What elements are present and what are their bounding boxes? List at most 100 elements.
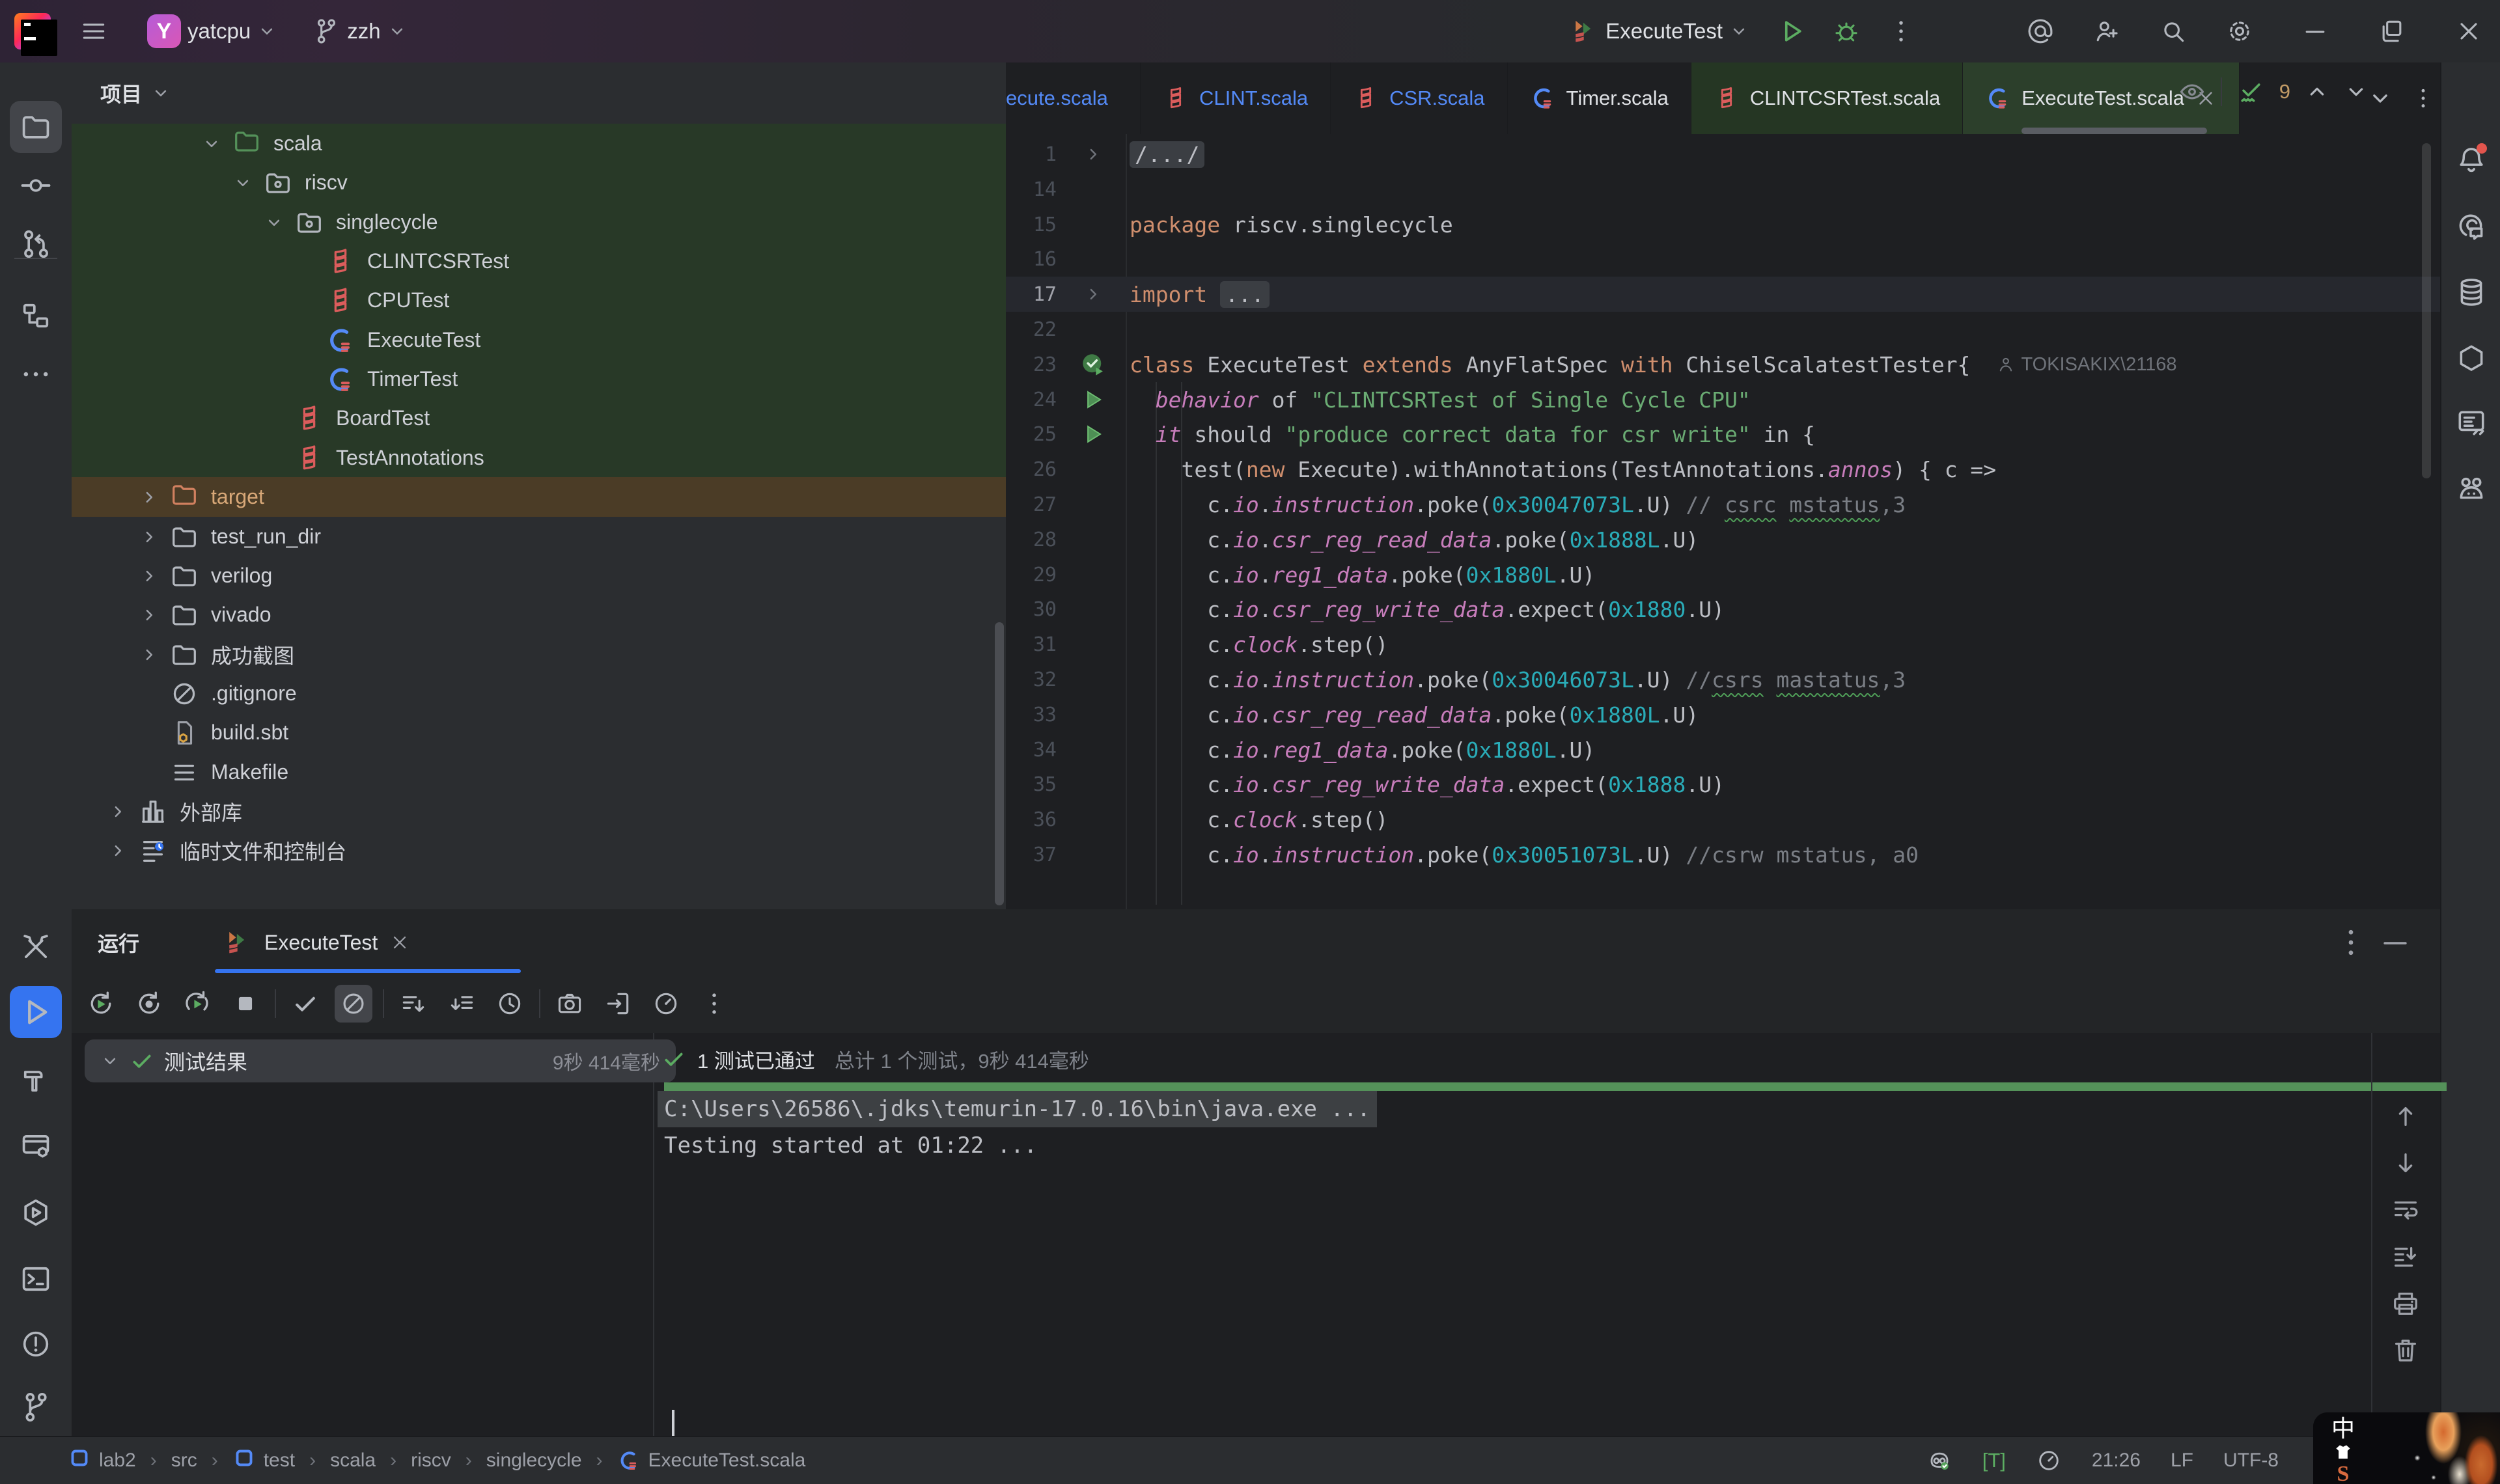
chevron-right-icon[interactable] — [129, 484, 169, 510]
run-toolbar-import-tests[interactable] — [599, 985, 637, 1023]
run-toolbar-toggle-auto-test[interactable] — [178, 985, 216, 1023]
run-content-tab[interactable]: ExecuteTest — [210, 913, 424, 972]
project-scrollbar[interactable] — [995, 622, 1004, 905]
next-problem-icon[interactable] — [2344, 79, 2368, 104]
tree-item-riscv[interactable]: riscv — [72, 163, 1006, 202]
tree-item-target[interactable]: target — [72, 477, 1006, 517]
stripe-item-problems[interactable] — [10, 1318, 62, 1370]
run-toolbar-screenshot[interactable] — [551, 985, 589, 1023]
tab-options-icon[interactable] — [2410, 85, 2436, 111]
tree-item-TestAnnotations[interactable]: TestAnnotations — [72, 438, 1006, 478]
breadcrumb-item-lab2[interactable]: lab2 — [68, 1449, 136, 1472]
tree-item-.gitignore[interactable]: .gitignore — [72, 674, 1006, 713]
run-button[interactable] — [1777, 17, 1806, 46]
tree-item-vivado[interactable]: vivado — [72, 595, 1006, 635]
tree-item-Makefile[interactable]: Makefile — [72, 752, 1006, 792]
inspections-widget[interactable]: 9 — [2178, 69, 2368, 115]
chevron-right-icon[interactable] — [129, 642, 169, 668]
tab-CLINTCSRTest.scala[interactable]: CLINTCSRTest.scala — [1691, 62, 1963, 134]
debug-button[interactable] — [1832, 17, 1861, 46]
stripe-item-database[interactable] — [2452, 273, 2491, 312]
chevron-right-icon[interactable] — [98, 799, 138, 825]
tab-Timer.scala[interactable]: Timer.scala — [1508, 62, 1691, 134]
stripe-item-build[interactable] — [10, 1054, 62, 1106]
console-clear-all[interactable] — [2391, 1336, 2421, 1366]
breadcrumb-item-scala[interactable]: scala — [330, 1450, 376, 1472]
tree-item-外部库[interactable]: 外部库 — [72, 791, 1006, 831]
add-user-icon[interactable] — [2092, 17, 2121, 46]
run-toolbar-rerun-failed-tests[interactable] — [130, 985, 168, 1023]
run-toolbar-show-statistics[interactable] — [647, 985, 685, 1023]
close-icon[interactable] — [389, 932, 410, 953]
fold-chevron-icon[interactable] — [1073, 281, 1113, 307]
stripe-item-commit[interactable] — [10, 159, 62, 212]
run-options-icon[interactable] — [2333, 925, 2368, 960]
tab-scrollbar[interactable] — [2021, 128, 2207, 134]
line-separator[interactable]: LF — [2171, 1450, 2193, 1472]
editor-area[interactable]: ecute.scalaCLINT.scalaCSR.scalaTimer.sca… — [1006, 62, 2440, 909]
ime-language-indicator[interactable]: 中 — [2331, 1416, 2355, 1441]
test-passed-gutter-icon[interactable] — [1079, 351, 1107, 378]
run-toolbar-more[interactable] — [695, 985, 733, 1023]
chevron-down-icon[interactable] — [254, 210, 294, 236]
stripe-item-gradle[interactable] — [2452, 468, 2491, 507]
run-configuration-widget[interactable]: ExecuteTest — [1561, 9, 1758, 53]
test-results-row[interactable]: 测试结果 9秒 414毫秒 — [85, 1039, 676, 1082]
tree-item-CPUTest[interactable]: CPUTest — [72, 281, 1006, 320]
stripe-item-structure[interactable] — [10, 290, 62, 342]
ime-engine-logo[interactable]: S — [2337, 1463, 2350, 1484]
stripe-item-ai-assistant[interactable] — [2452, 208, 2491, 247]
breadcrumb-item-riscv[interactable]: riscv — [411, 1450, 451, 1472]
chevron-right-icon[interactable] — [129, 602, 169, 628]
tab-CLINT.scala[interactable]: CLINT.scala — [1141, 62, 1331, 134]
tree-item-TimerTest[interactable]: TimerTest — [72, 359, 1006, 399]
console-print[interactable] — [2391, 1289, 2421, 1319]
run-toolbar-rerun[interactable] — [82, 985, 120, 1023]
chevron-right-icon[interactable] — [129, 563, 169, 589]
prev-problem-icon[interactable] — [2305, 79, 2329, 104]
run-toolbar-sort-alphabetically[interactable] — [395, 985, 432, 1023]
console-prev-occurrence[interactable] — [2391, 1101, 2421, 1131]
stripe-item-documentation[interactable] — [2452, 403, 2491, 442]
tree-item-成功截图[interactable]: 成功截图 — [72, 635, 1006, 674]
run-test-gutter-icon[interactable] — [1081, 387, 1105, 412]
tree-item-build.sbt[interactable]: build.sbt — [72, 713, 1006, 752]
gear-icon[interactable] — [2225, 17, 2254, 46]
breadcrumb-item-test[interactable]: test — [232, 1449, 295, 1472]
restore-button[interactable] — [2378, 17, 2406, 46]
translate-plugin-badge[interactable]: [T] — [1982, 1449, 2006, 1472]
editor-scrollbar[interactable] — [2422, 143, 2431, 478]
tree-item-CLINTCSRTest[interactable]: CLINTCSRTest — [72, 241, 1006, 281]
project-widget[interactable]: Y yatcpu — [138, 9, 286, 53]
fold-chevron-icon[interactable] — [1073, 141, 1113, 167]
chevron-down-icon[interactable] — [223, 170, 263, 196]
ime-skin-icon[interactable] — [2332, 1442, 2354, 1462]
breadcrumb-item-src[interactable]: src — [171, 1450, 197, 1472]
tree-item-scala[interactable]: scala — [72, 124, 1006, 163]
stripe-item-version-control[interactable] — [10, 1381, 62, 1433]
project-panel-header[interactable]: 项目 — [72, 62, 1006, 124]
tab-list-chevron-icon[interactable] — [2367, 85, 2393, 111]
tree-item-BoardTest[interactable]: BoardTest — [72, 398, 1006, 438]
vcs-widget[interactable]: zzh — [303, 9, 415, 53]
console-next-occurrence[interactable] — [2391, 1148, 2421, 1178]
tree-item-ExecuteTest[interactable]: ExecuteTest — [72, 320, 1006, 360]
tree-item-singlecycle[interactable]: singlecycle — [72, 202, 1006, 242]
search-icon[interactable] — [2159, 17, 2188, 46]
tree-item-test_run_dir[interactable]: test_run_dir — [72, 517, 1006, 556]
code-viewport[interactable]: 1/.../1415package riscv.singlecycle1617i… — [1006, 134, 2440, 909]
stripe-item-more-tool-windows[interactable] — [10, 348, 62, 400]
main-menu-icon[interactable] — [79, 17, 108, 46]
chevron-right-icon[interactable] — [98, 838, 138, 864]
run-toolbar-stop[interactable] — [227, 985, 264, 1023]
caret-position[interactable]: 21:26 — [2092, 1450, 2141, 1472]
highlighting-eye-icon[interactable] — [2178, 77, 2206, 106]
run-test-gutter-icon[interactable] — [1081, 422, 1105, 447]
run-toolbar-show-passed[interactable] — [286, 985, 324, 1023]
console-scroll-to-end[interactable] — [2391, 1242, 2421, 1272]
chevron-down-icon[interactable] — [191, 131, 232, 157]
tab-CSR.scala[interactable]: CSR.scala — [1331, 62, 1507, 134]
ai-assistant-icon[interactable] — [2026, 17, 2055, 46]
memory-gauge-icon[interactable] — [2036, 1448, 2062, 1474]
stripe-item-project[interactable] — [10, 101, 62, 153]
